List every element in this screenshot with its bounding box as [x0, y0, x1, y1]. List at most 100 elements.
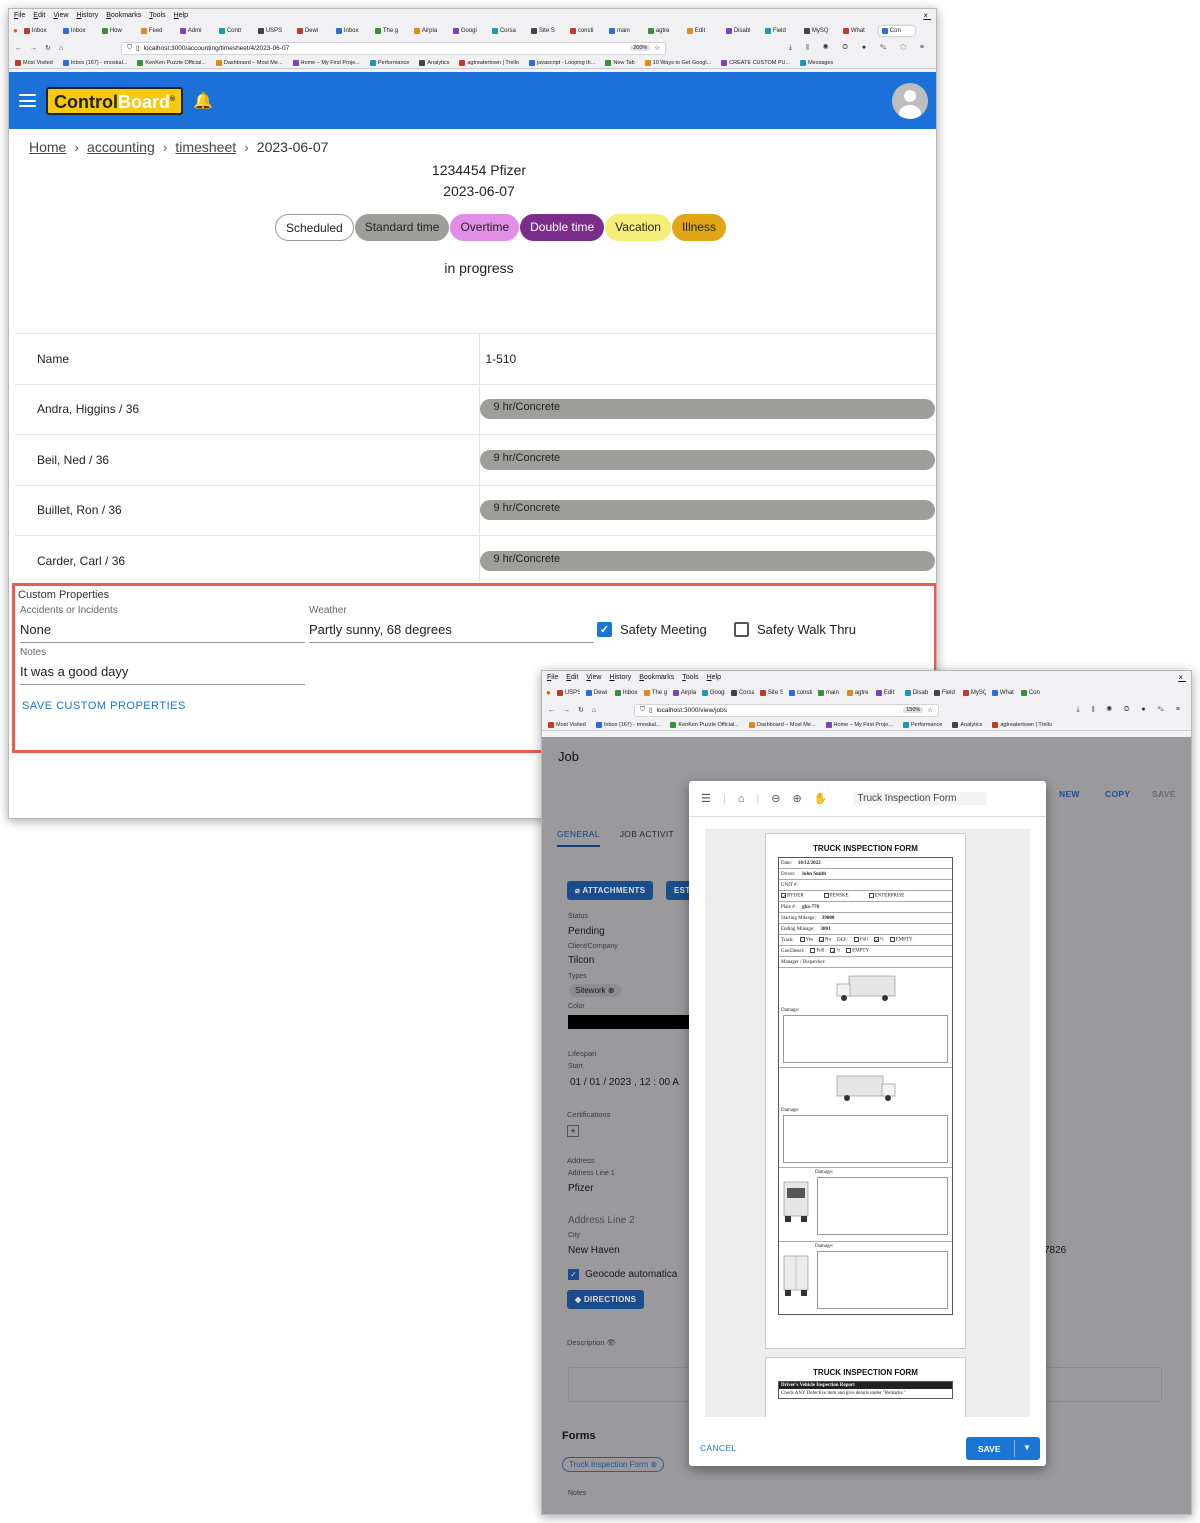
zoom-level[interactable]: 200% — [630, 45, 651, 51]
eye-icon[interactable]: 👁 — [607, 1338, 617, 1347]
browser-tab[interactable]: Site S — [757, 688, 783, 698]
bookmark-item[interactable]: KenKen Puzzle Official... — [670, 721, 739, 728]
browser-tab[interactable]: The g — [641, 688, 667, 698]
notes-field[interactable]: Notes It was a good dayy — [20, 647, 305, 685]
menu-icon[interactable] — [19, 94, 36, 107]
time-entry-cell[interactable]: 9 hr/Concrete — [479, 535, 936, 586]
time-entry-pill[interactable]: 9 hr/Concrete — [479, 500, 935, 521]
client-select[interactable]: Tilcon — [568, 955, 594, 966]
browser-tab[interactable]: Corsa — [728, 688, 754, 698]
bookmark-item[interactable]: Home – My First Proje... — [292, 59, 360, 66]
breadcrumb-home[interactable]: Home — [29, 139, 66, 155]
browser-tab[interactable]: Airpla — [670, 688, 696, 698]
browser-tab[interactable]: Contr — [216, 26, 252, 36]
attachments-button[interactable]: ⌀ ATTACHMENTS — [567, 881, 654, 900]
browser-tab[interactable]: Con — [878, 25, 915, 36]
zoom-out-icon[interactable]: ⊖ — [771, 792, 780, 805]
bookmark-item[interactable]: CREATE CUSTOM PU... — [721, 59, 790, 66]
time-entry-pill[interactable]: 9 hr/Concrete — [479, 551, 935, 571]
firefox-icon[interactable]: ● — [13, 26, 18, 35]
browser-tab[interactable]: Googl — [450, 26, 486, 36]
browser-tab[interactable]: Site S — [528, 26, 564, 36]
start-datetime-input[interactable]: 01 / 01 / 2023 , 12 : 00 A — [570, 1077, 679, 1088]
menu-file[interactable]: File — [547, 674, 558, 681]
browser-tab[interactable]: Inbox — [21, 26, 57, 36]
menu-view[interactable]: View — [53, 12, 68, 19]
menu-help[interactable]: Help — [174, 12, 188, 19]
breadcrumb-timesheet[interactable]: timesheet — [175, 139, 236, 155]
browser-tab[interactable]: USPS — [255, 26, 291, 36]
browser-tab[interactable]: Con — [1018, 688, 1044, 698]
forward-icon[interactable]: → — [30, 45, 37, 52]
browser-tab[interactable]: Corsa — [489, 26, 525, 36]
menu-history[interactable]: History — [609, 674, 631, 681]
chip-remove-icon[interactable]: ⊗ — [651, 1460, 658, 1469]
menu-tools[interactable]: Tools — [149, 12, 165, 19]
weather-input[interactable]: Partly sunny, 68 degrees — [309, 616, 594, 643]
menu-file[interactable]: File — [14, 12, 25, 19]
add-certification-icon[interactable]: + — [567, 1125, 579, 1137]
bookmark-item[interactable]: Messages — [800, 59, 833, 66]
reload-icon[interactable]: ↻ — [578, 706, 584, 714]
time-entry-cell[interactable]: 9 hr/Concrete — [479, 434, 936, 485]
browser-tab[interactable]: agtre — [844, 688, 870, 698]
bookmark-item[interactable]: Most Visited — [15, 59, 53, 66]
toolbar-icons[interactable]: ⤓ ⫴ ◉ ◎ ● ✎ ≡ — [1077, 706, 1185, 714]
browser-tab[interactable]: MySQ — [801, 26, 837, 36]
browser-tab[interactable]: What — [989, 688, 1015, 698]
bookmark-item[interactable]: Dashboard – Most Me... — [215, 59, 283, 66]
menu-bookmarks[interactable]: Bookmarks — [106, 12, 141, 19]
browser-tab[interactable]: Dewi — [583, 688, 609, 698]
bell-icon[interactable]: 🔔 — [193, 91, 213, 111]
bookmark-item[interactable]: Inbox (167) - rmoskal... — [595, 721, 660, 728]
star-icon[interactable]: ☆ — [927, 706, 933, 714]
bookmark-item[interactable]: agtreatertown | Trello — [992, 721, 1052, 728]
time-entry-cell[interactable]: 9 hr/Concrete — [479, 484, 936, 536]
cancel-button[interactable]: CANCEL — [700, 1443, 736, 1453]
document-icon[interactable]: ⌂ — [738, 793, 745, 805]
browser-tab[interactable]: Googl — [699, 688, 725, 698]
zoom-in-icon[interactable]: ⊕ — [792, 792, 801, 805]
bookmark-item[interactable]: Most Visited — [548, 721, 586, 728]
back-icon[interactable]: ← — [548, 707, 555, 714]
menu-edit[interactable]: Edit — [566, 674, 578, 681]
save-top-button[interactable]: SAVE — [1152, 789, 1176, 799]
browser-tab[interactable]: agtre — [645, 26, 681, 36]
url-bar[interactable]: ⛉ ▯ localhost:3000/view/jobs 150% ☆ — [634, 703, 940, 717]
browser-tab[interactable]: main — [606, 26, 642, 36]
browser-tab[interactable]: consti — [567, 26, 603, 36]
pdf-viewport[interactable]: TRUCK INSPECTION FORM Date: 10/12/2022 Dr… — [705, 829, 1030, 1417]
menu-bookmarks[interactable]: Bookmarks — [639, 674, 674, 681]
zip-input[interactable]: 7826 — [1044, 1245, 1066, 1256]
menu-tools[interactable]: Tools — [682, 674, 698, 681]
breadcrumb-accounting[interactable]: accounting — [87, 139, 155, 155]
zoom-level[interactable]: 150% — [903, 707, 924, 713]
time-entry-pill[interactable]: 9 hr/Concrete — [479, 449, 935, 470]
star-icon[interactable]: ☆ — [654, 44, 660, 52]
tab-general[interactable]: GENERAL — [557, 829, 600, 847]
dropdown-arrow-icon[interactable]: ▼ — [1023, 1443, 1031, 1452]
browser-tab[interactable]: Dewi — [294, 26, 330, 36]
bookmark-item[interactable]: Home – My First Proje... — [825, 721, 893, 728]
window-close-icon[interactable]: × — [923, 11, 931, 20]
bookmark-item[interactable]: Dashboard – Most Me... — [748, 721, 816, 728]
address-line2-input[interactable]: Address Line 2 — [568, 1215, 635, 1226]
safety-meeting-checkbox[interactable]: ✓ Safety Meeting — [597, 622, 707, 637]
bookmark-item[interactable]: KenKen Puzzle Official... — [137, 59, 206, 66]
status-select[interactable]: Pending — [568, 926, 605, 937]
weather-field[interactable]: Weather Partly sunny, 68 degrees — [309, 605, 594, 643]
save-button[interactable]: SAVE — [978, 1444, 1001, 1454]
browser-tab[interactable]: Inbox — [612, 688, 638, 698]
city-input[interactable]: New Haven — [568, 1245, 620, 1256]
type-chip[interactable]: Sitework ⊗ — [569, 984, 621, 997]
safety-walk-checkbox[interactable]: Safety Walk Thru — [734, 622, 856, 637]
bookmark-item[interactable]: Inbox (167) - rmoskal... — [62, 59, 127, 66]
browser-tab[interactable]: Edit — [684, 26, 720, 36]
time-entry-pill[interactable]: 9 hr/Concrete — [479, 399, 935, 420]
browser-tab[interactable]: Edit — [873, 688, 899, 698]
browser-tab[interactable]: Disabl — [723, 26, 759, 36]
browser-tab[interactable]: Inbox — [60, 26, 96, 36]
checkbox-checked-icon[interactable]: ✓ — [597, 622, 612, 637]
toolbar-icons[interactable]: ⤓ ⫴ ◉ ◎ ● ✎ ⬡ ≡ — [789, 44, 930, 52]
browser-tab[interactable]: Field — [762, 26, 798, 36]
